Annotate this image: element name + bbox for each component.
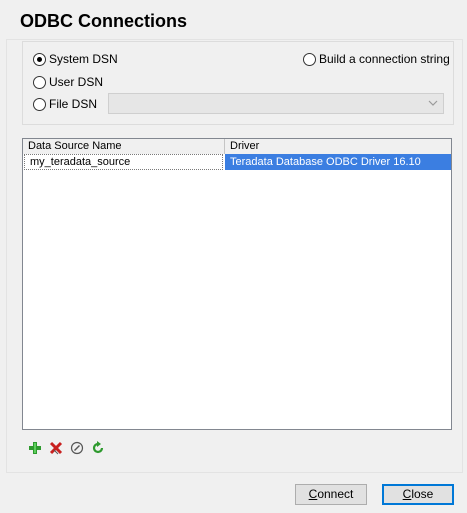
build-connection-string-label: Build a connection string <box>319 52 450 66</box>
column-header-driver[interactable]: Driver <box>225 139 451 154</box>
close-button-label: lose <box>411 487 434 501</box>
data-source-name-cell[interactable]: my_teradata_source <box>24 154 223 170</box>
refresh-icon <box>92 441 104 454</box>
radio-checked-icon <box>33 52 46 66</box>
connect-button-mnemonic: C <box>308 487 318 501</box>
file-dsn-dropdown[interactable] <box>108 93 444 114</box>
driver-cell[interactable]: Teradata Database ODBC Driver 16.10 <box>225 154 451 170</box>
add-icon <box>29 442 41 454</box>
data-source-table[interactable]: Data Source Name Driver my_teradata_sour… <box>22 138 452 430</box>
connect-button-label: onnect <box>317 487 354 501</box>
build-connection-string-radio[interactable]: Build a connection string <box>303 51 450 67</box>
system-dsn-radio[interactable]: System DSN <box>33 51 118 67</box>
edit-icon <box>70 441 84 455</box>
table-header: Data Source Name Driver <box>23 139 451 155</box>
edit-button[interactable] <box>69 440 85 456</box>
delete-button[interactable] <box>48 440 64 456</box>
system-dsn-label: System DSN <box>49 52 118 66</box>
radio-unchecked-icon <box>33 75 46 89</box>
user-dsn-label: User DSN <box>49 75 104 89</box>
refresh-button[interactable] <box>90 440 106 456</box>
user-dsn-radio[interactable]: User DSN <box>33 74 103 90</box>
datasource-toolbar <box>27 440 106 456</box>
table-row[interactable]: my_teradata_source Teradata Database ODB… <box>23 154 451 170</box>
delete-icon <box>49 441 63 455</box>
dialog-title: ODBC Connections <box>20 11 188 31</box>
radio-unchecked-icon <box>33 97 46 111</box>
connect-button[interactable]: Connect <box>295 484 367 505</box>
chevron-down-icon <box>428 100 438 106</box>
close-button[interactable]: Close <box>382 484 454 505</box>
file-dsn-label: File DSN <box>49 97 98 111</box>
add-button[interactable] <box>27 440 43 456</box>
column-header-data-source-name[interactable]: Data Source Name <box>23 139 225 154</box>
file-dsn-radio[interactable]: File DSN <box>33 96 97 112</box>
radio-unchecked-icon <box>303 52 316 66</box>
